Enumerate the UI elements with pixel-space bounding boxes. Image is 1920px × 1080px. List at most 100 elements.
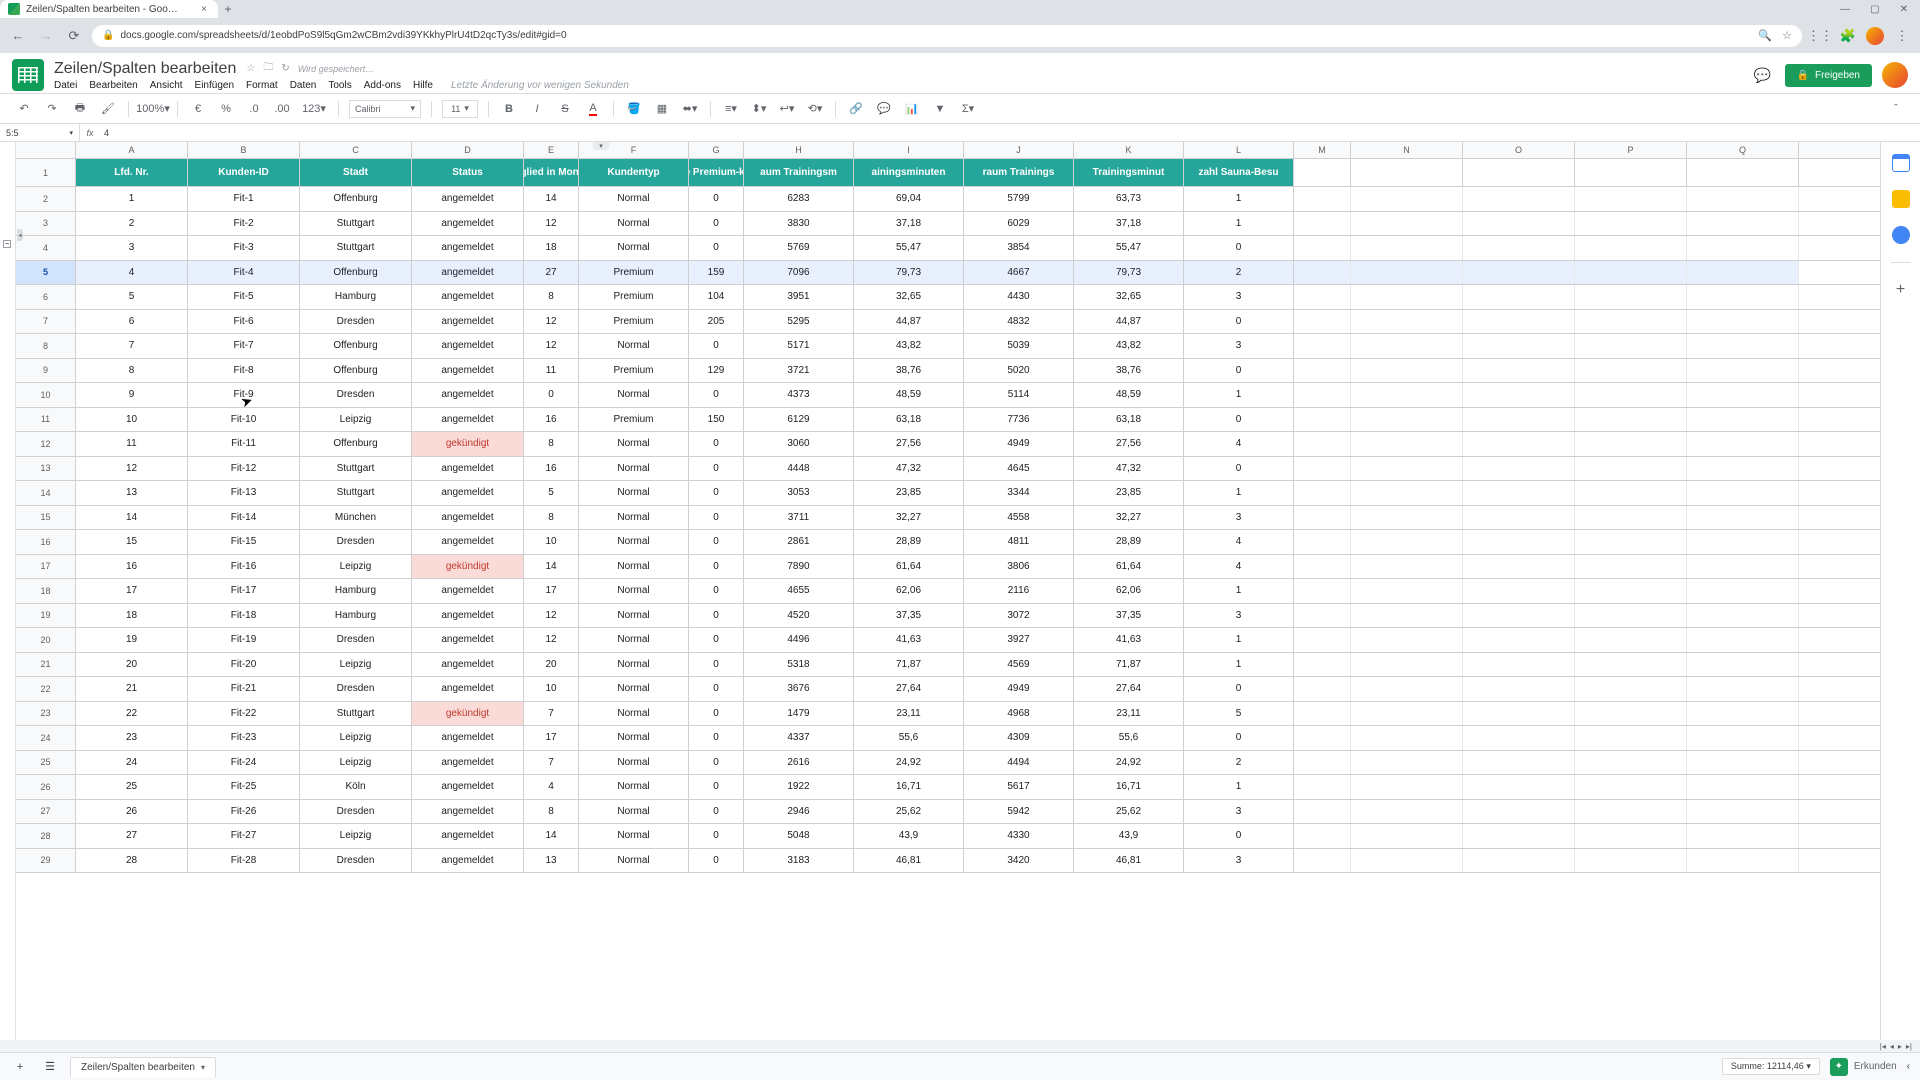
cell[interactable]: 3 (1184, 334, 1294, 358)
cell[interactable] (1463, 261, 1575, 285)
cell[interactable]: angemeldet (412, 800, 524, 824)
cell[interactable]: 55,6 (854, 726, 964, 750)
cell[interactable]: Normal (579, 702, 689, 726)
cell[interactable]: 43,82 (1074, 334, 1184, 358)
cell[interactable]: 43,82 (854, 334, 964, 358)
cell[interactable]: 63,73 (1074, 187, 1184, 211)
row-header[interactable]: 28 (16, 824, 76, 848)
cell[interactable]: 47,32 (854, 457, 964, 481)
table-header-cell[interactable] (1575, 159, 1687, 186)
cell[interactable] (1463, 285, 1575, 309)
cell[interactable]: Fit-18 (188, 604, 300, 628)
cell[interactable]: Normal (579, 530, 689, 554)
cell[interactable]: 32,27 (1074, 506, 1184, 530)
cell[interactable]: angemeldet (412, 824, 524, 848)
cell[interactable]: Fit-2 (188, 212, 300, 236)
cell[interactable]: Normal (579, 579, 689, 603)
cell[interactable]: 0 (689, 849, 744, 873)
cell[interactable]: 6 (76, 310, 188, 334)
cell[interactable]: Offenburg (300, 187, 412, 211)
calendar-icon[interactable] (1892, 154, 1910, 172)
cell[interactable]: 23 (76, 726, 188, 750)
cell[interactable]: Hamburg (300, 285, 412, 309)
cell[interactable]: 0 (689, 702, 744, 726)
cell[interactable]: Leipzig (300, 555, 412, 579)
cell[interactable]: 1 (1184, 481, 1294, 505)
cell[interactable]: angemeldet (412, 481, 524, 505)
cell[interactable]: angemeldet (412, 628, 524, 652)
cell[interactable]: 4330 (964, 824, 1074, 848)
cell[interactable]: 7096 (744, 261, 854, 285)
cell[interactable]: Dresden (300, 383, 412, 407)
cell[interactable]: 0 (689, 481, 744, 505)
cell[interactable]: angemeldet (412, 579, 524, 603)
table-header-cell[interactable] (1294, 159, 1351, 186)
functions-icon[interactable]: Σ▾ (958, 99, 978, 119)
cell[interactable]: 61,64 (854, 555, 964, 579)
cell[interactable]: 3854 (964, 236, 1074, 260)
cell[interactable] (1575, 432, 1687, 456)
cell[interactable]: 3344 (964, 481, 1074, 505)
zoom-icon[interactable]: 🔍 (1758, 29, 1772, 42)
cell[interactable]: 0 (689, 800, 744, 824)
row-header[interactable]: 7 (16, 310, 76, 334)
cell[interactable]: 37,35 (1074, 604, 1184, 628)
back-icon[interactable]: ← (8, 26, 28, 46)
cell[interactable]: 159 (689, 261, 744, 285)
cell[interactable] (1687, 653, 1799, 677)
cell[interactable]: 7 (524, 751, 579, 775)
cell[interactable]: angemeldet (412, 236, 524, 260)
share-button[interactable]: 🔒 Freigeben (1785, 64, 1872, 87)
text-color-icon[interactable]: A (583, 99, 603, 119)
cell[interactable]: gekündigt (412, 432, 524, 456)
cell[interactable]: 14 (76, 506, 188, 530)
row-header[interactable]: 5 (16, 261, 76, 285)
cell[interactable]: 4645 (964, 457, 1074, 481)
cell[interactable] (1687, 702, 1799, 726)
cell[interactable] (1294, 579, 1351, 603)
cell[interactable]: 48,59 (1074, 383, 1184, 407)
cell[interactable] (1294, 849, 1351, 873)
cell[interactable] (1351, 849, 1463, 873)
cell[interactable]: Leipzig (300, 408, 412, 432)
col-header-N[interactable]: N (1351, 142, 1463, 158)
cell[interactable]: Fit-4 (188, 261, 300, 285)
cell[interactable]: angemeldet (412, 408, 524, 432)
cell[interactable] (1351, 824, 1463, 848)
cell[interactable]: Fit-22 (188, 702, 300, 726)
cell[interactable]: 2946 (744, 800, 854, 824)
cell[interactable]: 71,87 (854, 653, 964, 677)
cell[interactable]: 5295 (744, 310, 854, 334)
cell[interactable] (1294, 775, 1351, 799)
row-header[interactable]: 6 (16, 285, 76, 309)
col-header-B[interactable]: B (188, 142, 300, 158)
cell[interactable]: 1922 (744, 775, 854, 799)
cell[interactable]: Normal (579, 800, 689, 824)
cell[interactable] (1294, 334, 1351, 358)
wrap-icon[interactable]: ↩▾ (777, 99, 797, 119)
comment-tool-icon[interactable]: 💬 (874, 99, 894, 119)
cell[interactable]: 0 (689, 187, 744, 211)
addons-plus-icon[interactable]: + (1896, 281, 1905, 299)
cell[interactable] (1687, 261, 1799, 285)
cell[interactable]: Normal (579, 383, 689, 407)
cell[interactable] (1463, 555, 1575, 579)
cell[interactable] (1575, 212, 1687, 236)
cell[interactable]: Leipzig (300, 653, 412, 677)
cell[interactable]: 44,87 (1074, 310, 1184, 334)
cell[interactable]: Premium (579, 285, 689, 309)
cell[interactable] (1687, 579, 1799, 603)
row-header[interactable]: 3 (16, 212, 76, 236)
cell[interactable]: 15 (76, 530, 188, 554)
comments-icon[interactable]: 💬 (1751, 63, 1775, 87)
scroll-first-icon[interactable]: |◂ (1880, 1042, 1886, 1051)
cell[interactable] (1294, 383, 1351, 407)
cell[interactable]: 5171 (744, 334, 854, 358)
cell[interactable]: Normal (579, 677, 689, 701)
select-all-corner[interactable] (16, 142, 76, 158)
cell[interactable] (1463, 824, 1575, 848)
cell[interactable]: Dresden (300, 849, 412, 873)
cell[interactable]: angemeldet (412, 359, 524, 383)
cell[interactable]: 62,06 (854, 579, 964, 603)
cell[interactable] (1351, 261, 1463, 285)
